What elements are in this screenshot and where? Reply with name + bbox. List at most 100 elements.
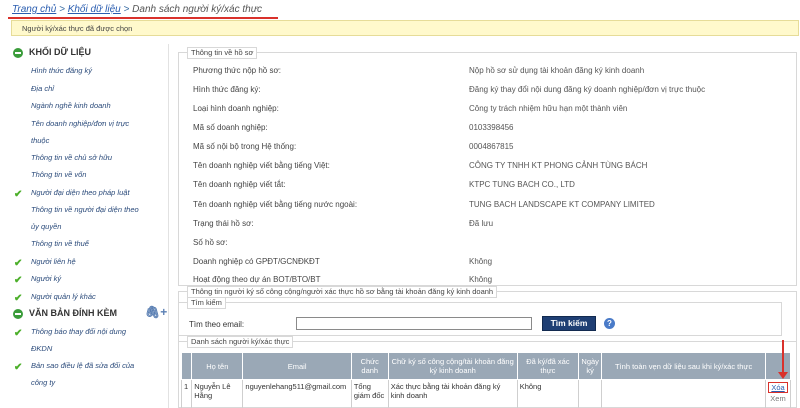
sidebar-section-title: VĂN BẢN ĐÍNH KÈM [29, 308, 118, 318]
info-row: Số hồ sơ: [193, 238, 793, 252]
cell-email: nguyenlehang511@gmail.com [242, 379, 352, 408]
column-header: Đã ký/đã xác thực [516, 352, 580, 380]
breadcrumb-highlight [8, 17, 278, 19]
table-header-row: Họ tên Email Chức danh Chữ ký số công cộng/… [180, 352, 791, 380]
cell-date [578, 379, 603, 408]
info-value: 0103398456 [469, 123, 514, 132]
sidebar-item-label: Hình thức đăng ký [31, 66, 93, 75]
annotation-arrow [778, 340, 788, 379]
search-label: Tìm theo email: [189, 320, 245, 329]
file-info-panel: Thông tin về hồ sơ Phương thức nộp hồ sơ… [178, 47, 797, 286]
sidebar-item[interactable]: Tên doanh nghiệp/đơn vị trực thuộc [9, 115, 168, 149]
sidebar-item-label: Thông báo thay đổi nội dung [31, 327, 127, 336]
info-value: Không [469, 275, 493, 284]
view-link[interactable]: Xem [768, 394, 788, 403]
breadcrumb-current: Danh sách người ký/xác thực [132, 4, 263, 15]
signers-legend: Thông tin người ký số công cộng/người xá… [187, 286, 498, 298]
sidebar-item[interactable]: Ngành nghề kinh doanh [9, 97, 168, 115]
main-content: Thông tin về hồ sơ Phương thức nộp hồ sơ… [172, 44, 800, 408]
info-value: Đăng ký thay đổi nội dung đăng ký doanh … [469, 85, 706, 94]
info-label: Hình thức đăng ký: [193, 85, 261, 94]
info-row: Mã số nội bộ trong Hệ thống: 0004867815 [193, 142, 793, 156]
search-button[interactable]: Tìm kiếm [542, 316, 596, 331]
sidebar-item-label: Tên doanh nghiệp/đơn vị trực [31, 118, 130, 128]
signer-table: Họ tên Email Chức danh Chữ ký số công cộng/… [180, 352, 791, 408]
sidebar-item-label: Thông tin về thuế [31, 239, 89, 248]
sidebar-section-attachments[interactable]: VĂN BẢN ĐÍNH KÈM 🖇+ [9, 305, 168, 323]
sidebar-item-label: Người quản lý khác [31, 291, 96, 301]
sidebar-section-title: KHỐI DỮ LIỆU [29, 47, 91, 57]
sidebar-item-label: Người ký [31, 274, 62, 283]
sidebar-section-data[interactable]: KHỐI DỮ LIỆU [9, 44, 168, 62]
info-value: TUNG BACH LANDSCAPE KT COMPANY LIMITED [469, 200, 655, 209]
sidebar-item-label: Thông tin về người đại diện theo [31, 205, 139, 214]
info-value: 0004867815 [469, 142, 514, 151]
notice-bar: Người ký/xác thực đã được chọn [11, 20, 799, 36]
sidebar-item-label: Người liên hệ [31, 256, 76, 266]
breadcrumb-home-link[interactable]: Trang chủ [12, 4, 56, 15]
search-legend: Tìm kiếm [187, 297, 226, 309]
file-info-legend: Thông tin về hồ sơ [187, 47, 258, 59]
sidebar-item[interactable]: ✔ Người ký [9, 270, 168, 288]
attachment-item[interactable]: ✔ Bản sao điều lệ đã sửa đổi của công ty [9, 357, 168, 391]
info-row: Tên doanh nghiệp viết tắt: KTPC TUNG BACH… [193, 180, 793, 194]
sidebar-item[interactable]: ✔ Người đại diện theo pháp luật [9, 184, 168, 202]
column-header: Email [242, 352, 352, 380]
delete-link[interactable]: Xóa [768, 382, 788, 393]
sidebar-item[interactable]: Thông tin về thuế [9, 235, 168, 253]
signer-list-panel: Danh sách người ký/xác thực Họ tên Email C… [178, 336, 797, 408]
info-label: Số hồ sơ: [193, 238, 228, 247]
cell-no: 1 [180, 379, 193, 408]
column-header: Chữ ký số công cộng/tài khoản đăng ký ki… [387, 352, 518, 380]
sidebar-item[interactable]: Thông tin về người đại diện theo ủy quyền [9, 201, 168, 235]
cell-actions: Xóa Xem [765, 379, 791, 408]
column-header: Tình toàn vẹn dữ liệu sau khi ký/xác thự… [601, 352, 767, 380]
collapse-icon[interactable] [13, 309, 23, 319]
breadcrumb-data-link[interactable]: Khối dữ liệu [68, 4, 121, 15]
sidebar-item-label: thuộc [31, 135, 50, 145]
sidebar-items: Hình thức đăng ký Địa chỉ Ngành nghề kinh … [9, 62, 168, 305]
info-value: Nộp hồ sơ sử dụng tài khoản đăng ký kinh… [469, 66, 645, 75]
info-row: Phương thức nộp hồ sơ: Nộp hồ sơ sử dụng … [193, 66, 793, 80]
sidebar-item[interactable]: Thông tin về chủ sở hữu [9, 149, 168, 167]
cell-signed: Không [516, 379, 580, 408]
sidebar-item[interactable]: Hình thức đăng ký [9, 62, 168, 80]
info-row: Tên doanh nghiệp viết bằng tiếng nước ng… [193, 200, 793, 214]
sidebar-item[interactable]: ✔ Người quản lý khác [9, 288, 168, 306]
sidebar-item[interactable]: Địa chỉ [9, 80, 168, 98]
info-value: KTPC TUNG BACH CO., LTD [469, 180, 575, 189]
info-value: Công ty trách nhiệm hữu hạn một thành vi… [469, 104, 628, 113]
info-row: Tên doanh nghiệp viết bằng tiếng Việt: CÔ… [193, 161, 793, 175]
sidebar-item-label: Bản sao điều lệ đã sửa đổi của [31, 361, 135, 370]
help-icon[interactable]: ? [604, 318, 615, 329]
info-label: Hoạt động theo dự án BOT/BTO/BT [193, 275, 321, 284]
attachment-item[interactable]: ✔ Thông báo thay đổi nội dung ĐKDN [9, 323, 168, 357]
info-row: Hình thức đăng ký: Đăng ký thay đổi nội d… [193, 85, 793, 99]
info-label: Doanh nghiệp có GPĐT/GCNĐKĐT [193, 257, 320, 266]
info-row: Loại hình doanh nghiệp: Công ty trách nhi… [193, 104, 793, 118]
column-header: Ngày ký [578, 352, 603, 380]
collapse-icon[interactable] [13, 48, 23, 58]
info-label: Tên doanh nghiệp viết bằng tiếng Việt: [193, 161, 330, 170]
check-icon: ✔ [14, 328, 23, 339]
cell-integrity [601, 379, 767, 408]
sidebar-item-label: Thông tin về vốn [31, 170, 87, 179]
info-value: Không [469, 257, 493, 266]
info-label: Loại hình doanh nghiệp: [193, 104, 279, 113]
sidebar-item-label: Thông tin về chủ sở hữu [31, 152, 112, 162]
sidebar-item[interactable]: Thông tin về vốn [9, 166, 168, 184]
sidebar-item-label: Địa chỉ [31, 83, 54, 93]
info-label: Tên doanh nghiệp viết bằng tiếng nước ng… [193, 200, 358, 209]
sidebar-item-label: Ngành nghề kinh doanh [31, 101, 111, 110]
info-row: Doanh nghiệp có GPĐT/GCNĐKĐT Không [193, 257, 793, 271]
sidebar-item[interactable]: ✔ Người liên hệ [9, 253, 168, 271]
info-label: Mã số nội bộ trong Hệ thống: [193, 142, 297, 151]
email-search-input[interactable] [296, 317, 532, 330]
info-value: CÔNG TY TNHH KT PHONG CẢNH TÙNG BÁCH [469, 161, 648, 170]
check-icon: ✔ [14, 362, 23, 373]
sidebar-item-label: ĐKDN [31, 344, 53, 353]
cell-sig: Xác thực bằng tài khoản đăng ký kinh doa… [387, 379, 518, 408]
attach-add-icon[interactable]: 🖇+ [145, 305, 167, 319]
info-row: Trạng thái hồ sơ: Đã lưu [193, 219, 793, 233]
cell-title: Tổng giám đốc [350, 379, 389, 408]
